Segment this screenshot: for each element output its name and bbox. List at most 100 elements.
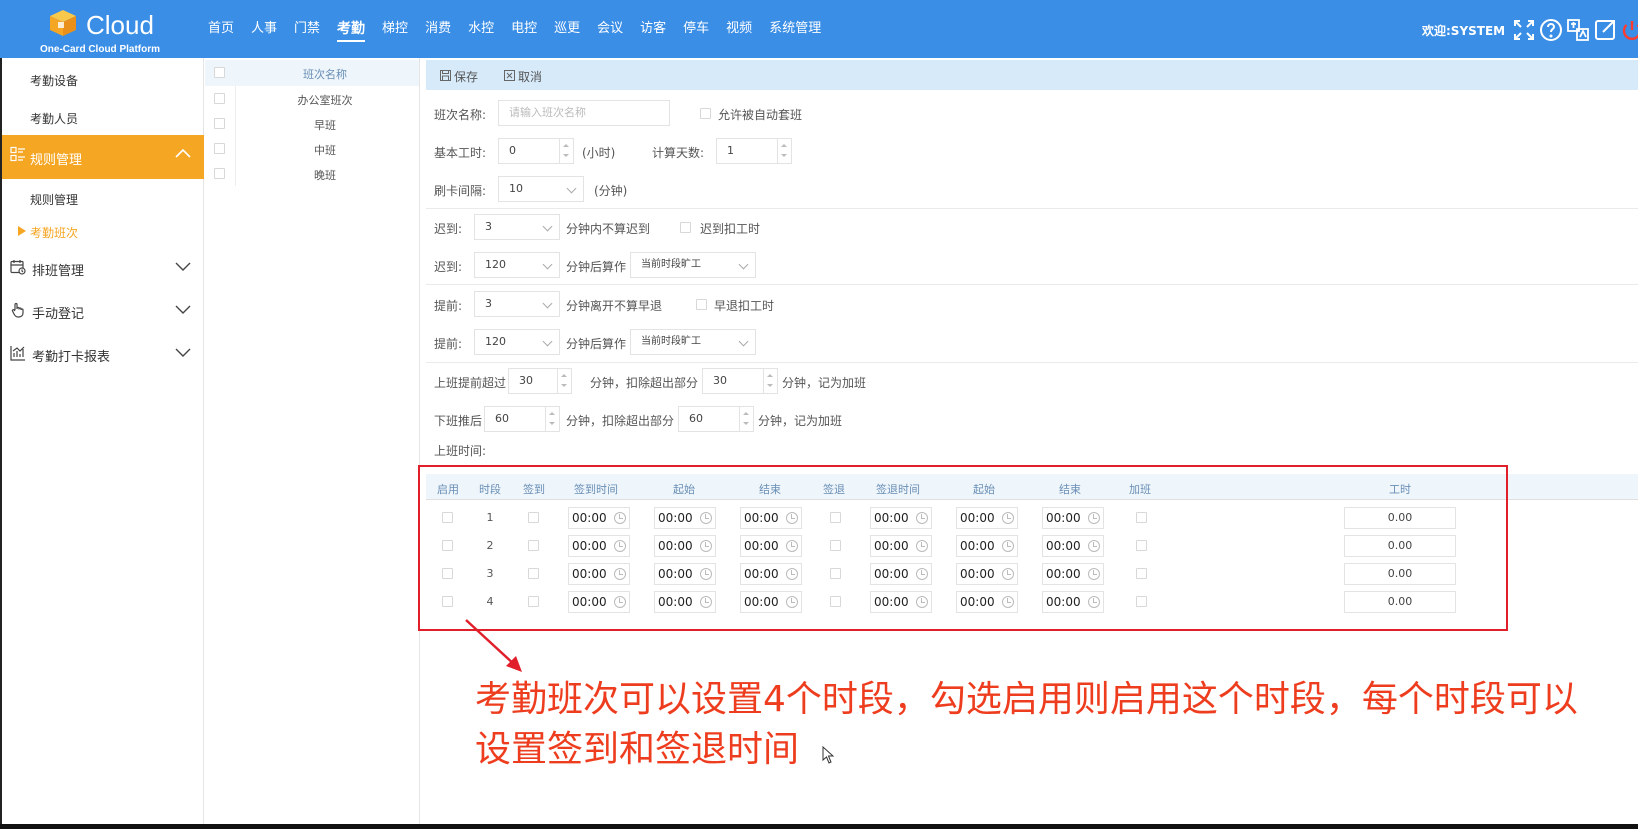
form-row-overtime-after: 下班推后 60 分钟，扣除超出部分 60 分钟，记为加班	[426, 402, 1638, 438]
sidebar-group-schedule[interactable]: 排班管理	[2, 248, 204, 288]
ot-before-text: 分钟，扣除超出部分	[590, 376, 699, 390]
highlight-box	[418, 465, 1508, 631]
late-absent-type-select[interactable]: 当前时段旷工	[630, 252, 756, 278]
sidebar-group-manual[interactable]: 手动登记	[2, 291, 204, 331]
late-deduct-label: 迟到扣工时	[700, 222, 761, 236]
power-icon[interactable]	[1620, 18, 1638, 42]
ot-after-stepper[interactable]: 60	[484, 406, 560, 432]
early-absent-type-select[interactable]: 当前时段旷工	[630, 329, 756, 355]
calc-days-stepper[interactable]: 1	[716, 138, 792, 164]
form-row-late-grace: 迟到: 3 分钟内不算迟到 迟到扣工时	[426, 210, 1638, 246]
work-time-label: 上班时间:	[434, 444, 487, 458]
stepper-arrows[interactable]	[545, 407, 559, 431]
nav-hr[interactable]: 人事	[251, 0, 277, 58]
sidebar-item-device[interactable]: 考勤设备	[30, 72, 78, 89]
auto-match-checkbox[interactable]	[700, 108, 711, 119]
sidebar-group-label: 规则管理	[30, 153, 83, 168]
base-hours-value: 0	[509, 144, 516, 157]
early-grace-select[interactable]: 3	[474, 291, 560, 317]
early-absent-select[interactable]: 120	[474, 329, 560, 355]
ot-before-suffix: 分钟，记为加班	[782, 376, 867, 390]
chevron-up-icon	[175, 148, 191, 158]
top-icons	[1512, 18, 1638, 42]
select-all-checkbox[interactable]	[214, 67, 225, 78]
nav-video[interactable]: 视频	[726, 0, 752, 58]
sidebar-group-label: 手动登记	[32, 307, 85, 322]
sidebar-item-rules[interactable]: 规则管理	[30, 191, 78, 208]
stepper-arrows[interactable]	[777, 139, 791, 163]
late-absent-label: 迟到:	[434, 260, 463, 274]
list-item[interactable]: 办公室班次	[205, 86, 419, 111]
fullscreen-icon[interactable]	[1512, 18, 1536, 42]
early-absent-value: 120	[485, 335, 506, 348]
shift-name-input[interactable]: 请输入班次名称	[498, 100, 670, 126]
shift-name-label: 班次名称:	[434, 108, 487, 122]
sidebar-item-shift[interactable]: 考勤班次	[30, 224, 78, 241]
bottom-border	[0, 824, 1638, 829]
ot-before-value: 30	[519, 374, 533, 387]
save-button[interactable]: 保存	[454, 68, 478, 85]
nav-meeting[interactable]: 会议	[597, 0, 623, 58]
top-bar: Cloud One-Card Cloud Platform 首页 人事 门禁 考…	[0, 0, 1638, 58]
nav-home[interactable]: 首页	[208, 0, 234, 58]
chevron-down-icon	[738, 336, 749, 347]
nav-attendance[interactable]: 考勤	[337, 0, 366, 58]
external-link-icon[interactable]	[1593, 18, 1617, 42]
chevron-down-icon	[738, 259, 749, 270]
chevron-down-icon	[542, 298, 553, 309]
chevron-down-icon	[175, 262, 191, 271]
logo[interactable]: Cloud One-Card Cloud Platform	[40, 6, 170, 56]
early-deduct-checkbox[interactable]	[696, 299, 707, 310]
form-row-early-grace: 提前: 3 分钟离开不算早退 早退扣工时	[426, 287, 1638, 323]
nav-water[interactable]: 水控	[468, 0, 494, 58]
early-absent-text: 分钟后算作	[566, 337, 627, 351]
main-nav: 首页 人事 门禁 考勤 梯控 消费 水控 电控 巡更 会议 访客 停车 视频 系…	[208, 0, 838, 58]
list-item[interactable]: 早班	[205, 111, 419, 136]
base-hours-stepper[interactable]: 0	[498, 138, 574, 164]
ot-before-stepper-2[interactable]: 30	[702, 368, 778, 394]
translate-icon[interactable]	[1566, 18, 1590, 42]
shift-name: 早班	[314, 119, 336, 132]
row-checkbox[interactable]	[214, 93, 225, 104]
nav-access[interactable]: 门禁	[294, 0, 320, 58]
sidebar-item-people[interactable]: 考勤人员	[30, 110, 78, 127]
nav-patrol[interactable]: 巡更	[554, 0, 580, 58]
stepper-arrows[interactable]	[763, 369, 777, 393]
row-checkbox[interactable]	[214, 143, 225, 154]
nav-elevator[interactable]: 梯控	[382, 0, 408, 58]
list-item[interactable]: 晚班	[205, 161, 419, 186]
divider	[426, 284, 1638, 285]
row-checkbox[interactable]	[214, 168, 225, 179]
shift-name: 中班	[314, 144, 336, 157]
cancel-button[interactable]: 取消	[518, 68, 542, 85]
help-icon[interactable]	[1539, 18, 1563, 42]
chart-icon	[10, 346, 25, 361]
stepper-arrows[interactable]	[739, 407, 753, 431]
early-grace-value: 3	[485, 297, 492, 310]
row-checkbox[interactable]	[214, 118, 225, 129]
sidebar-group-rules[interactable]: 规则管理	[2, 135, 204, 179]
list-item[interactable]: 中班	[205, 136, 419, 161]
stepper-arrows[interactable]	[559, 139, 573, 163]
brand-subtitle: One-Card Cloud Platform	[40, 44, 161, 55]
nav-system[interactable]: 系统管理	[769, 0, 821, 58]
card-interval-select[interactable]: 10	[498, 176, 584, 202]
ot-before-stepper[interactable]: 30	[508, 368, 572, 394]
form-row-card-interval: 刷卡间隔: 10 (分钟)	[426, 172, 1638, 208]
shift-name: 晚班	[314, 169, 336, 182]
ot-after-value: 60	[495, 412, 509, 425]
late-absent-select[interactable]: 120	[474, 252, 560, 278]
ot-after-stepper-2[interactable]: 60	[678, 406, 754, 432]
chevron-down-icon	[175, 305, 191, 314]
late-deduct-checkbox[interactable]	[680, 222, 691, 233]
nav-visitor[interactable]: 访客	[640, 0, 666, 58]
brand-title: Cloud	[86, 10, 154, 40]
auto-match-label: 允许被自动套班	[718, 108, 803, 122]
annotation-line-1: 考勤班次可以设置4个时段，勾选启用则启用这个时段，每个时段可以	[475, 679, 1578, 720]
nav-parking[interactable]: 停车	[683, 0, 709, 58]
nav-power[interactable]: 电控	[511, 0, 537, 58]
sidebar-group-report[interactable]: 考勤打卡报表	[2, 334, 204, 374]
late-grace-select[interactable]: 3	[474, 214, 560, 240]
stepper-arrows[interactable]	[557, 369, 571, 393]
nav-consume[interactable]: 消费	[425, 0, 451, 58]
